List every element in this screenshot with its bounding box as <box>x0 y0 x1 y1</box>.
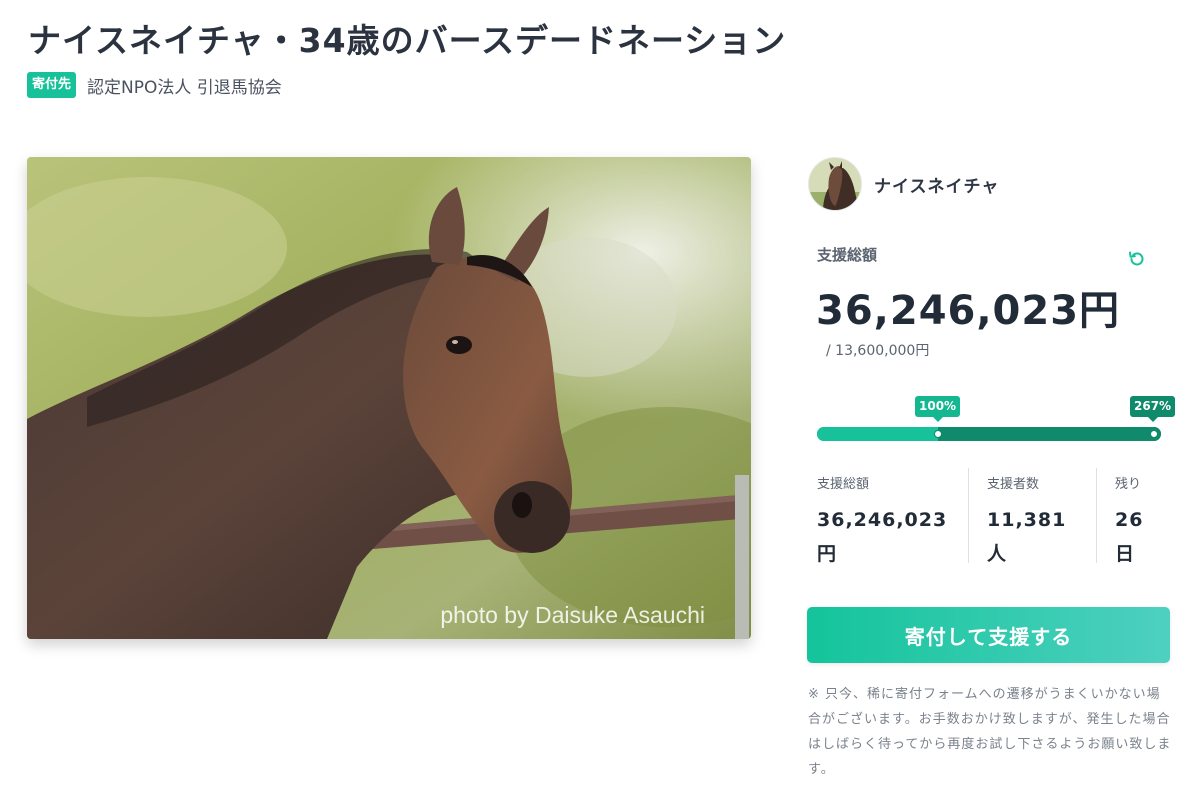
horse-photo-illustration <box>27 157 751 639</box>
organization-name[interactable]: 認定NPO法人 引退馬協会 <box>87 73 282 98</box>
stat-total: 支援総額 36,246,023円 <box>817 468 968 565</box>
page-title: ナイスネイチャ・34歳のバースデードネーション <box>28 21 787 60</box>
stats-row: 支援総額 36,246,023円 支援者数 11,381人 残り 26日 <box>817 468 1156 565</box>
goal-amount: / 13,600,000円 <box>826 343 930 359</box>
horse-avatar-icon <box>809 158 861 210</box>
progress-milestone-dot <box>934 430 942 438</box>
stat-value: 36,246,023円 <box>817 509 948 565</box>
stat-remaining: 残り 26日 <box>1096 468 1156 565</box>
organization-row: 寄付先 認定NPO法人 引退馬協会 <box>27 72 282 98</box>
avatar[interactable] <box>808 157 862 211</box>
progress-fill-over-goal <box>938 427 1161 441</box>
stat-value: 26日 <box>1115 509 1144 565</box>
current-percent-tag: 267% <box>1130 396 1176 422</box>
donate-button[interactable]: 寄付して支援する <box>807 607 1170 663</box>
project-photo: photo by Daisuke Asauchi <box>27 157 751 639</box>
stat-label: 支援者数 <box>987 477 1040 492</box>
owner-name[interactable]: ナイスネイチャ <box>874 172 999 197</box>
notice-text: ※ 只今、稀に寄付フォームへの遷移がうまくいかない場合がございます。お手数おかけ… <box>808 687 1172 777</box>
stat-label: 残り <box>1115 477 1142 492</box>
refresh-icon[interactable] <box>1127 249 1147 269</box>
stat-supporters: 支援者数 11,381人 <box>968 468 1096 565</box>
page: ナイスネイチャ・34歳のバースデードネーション 寄付先 認定NPO法人 引退馬協… <box>0 0 1200 786</box>
project-owner[interactable]: ナイスネイチャ <box>808 157 999 211</box>
progress-bar <box>817 427 1161 441</box>
donation-target-badge: 寄付先 <box>27 72 77 98</box>
photo-credit: photo by Daisuke Asauchi <box>440 602 705 628</box>
stat-label: 支援総額 <box>817 477 870 492</box>
total-amount: 36,246,023円 <box>816 288 1121 334</box>
milestone-100-tag: 100% <box>915 396 961 422</box>
stat-value: 11,381人 <box>987 509 1067 565</box>
progress-fill-to-goal <box>817 427 938 441</box>
total-label: 支援総額 <box>817 246 878 264</box>
progress-end-dot <box>1150 430 1158 438</box>
